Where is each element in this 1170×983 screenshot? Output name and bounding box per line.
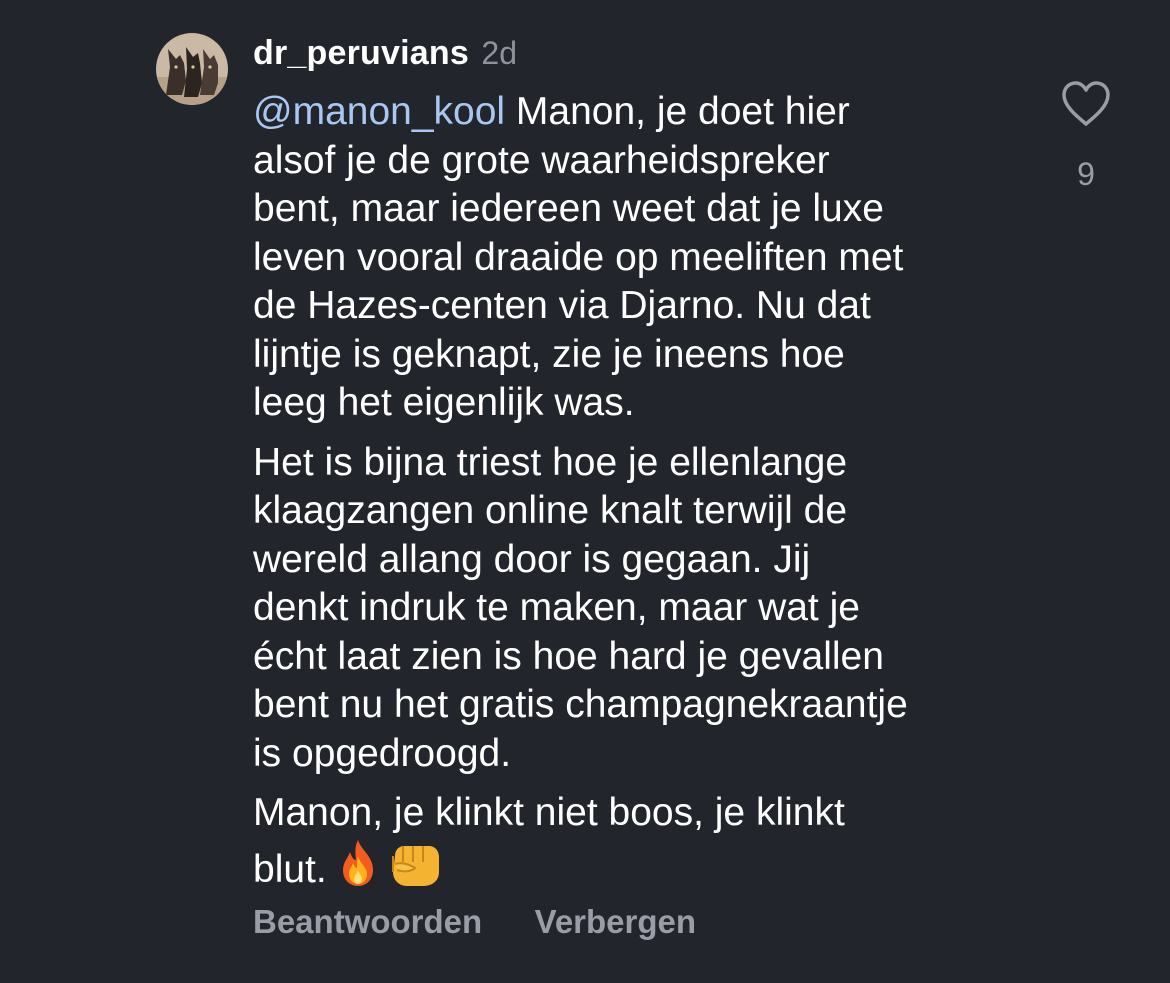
comment-line: wereld allang door is gegaan. Jij (253, 537, 811, 581)
comment-line: denkt indruk te maken, maar wat je (253, 586, 860, 629)
heart-icon[interactable] (1060, 80, 1112, 128)
timestamp: 2d (481, 35, 517, 71)
comment-line: leven vooral draaide op meeliften met (253, 235, 904, 279)
comment-paragraph: Het is bijna triest hoe je ellenlange kl… (253, 439, 1023, 779)
comment-line: Het is bijna triest hoe je ellenlange (253, 440, 848, 484)
comment-line: klaagzangen online knalt terwijl de (253, 489, 848, 532)
avatar[interactable] (156, 33, 228, 105)
comment-item: dr_peruvians 2d @manon_kool Manon, je do… (0, 0, 1170, 983)
hide-button[interactable]: Verbergen (535, 903, 696, 940)
comment-line: @manon_kool Manon, je doet hier (253, 90, 850, 133)
comment-line: bent, maar iedereen weet dat je luxe (253, 187, 884, 230)
comment-line: lijntje is geknapt, zie je ineens hoe (253, 332, 845, 376)
comment-paragraph: Manon, je klinkt niet boos, je klinkt bl… (253, 789, 1023, 900)
comment-text: @manon_kool Manon, je doet hier alsof je… (253, 88, 1023, 911)
comment-header: dr_peruvians 2d (253, 34, 517, 74)
comment-line: écht laat zien is hoe hard je gevallen (253, 634, 884, 678)
fire-icon (335, 838, 381, 901)
comment-line: Manon, je klinkt niet boos, je klinkt (253, 791, 845, 834)
username[interactable]: dr_peruvians (253, 34, 469, 72)
fist-icon (389, 842, 441, 901)
comment-line: de Hazes-centen via Djarno. Nu dat (253, 284, 871, 327)
comment-line: blut. (253, 838, 1023, 901)
like-count: 9 (1077, 156, 1095, 192)
comment-line: is opgedroogd. (253, 731, 512, 775)
mention-link[interactable]: @manon_kool (253, 90, 505, 133)
reply-button[interactable]: Beantwoorden (253, 903, 482, 940)
comment-paragraph: @manon_kool Manon, je doet hier alsof je… (253, 88, 1023, 428)
comment-line: leeg het eigenlijk was. (253, 381, 635, 424)
comment-line: alsof je de grote waarheidspreker (253, 138, 830, 182)
comment-actions: Beantwoorden Verbergen (253, 903, 744, 941)
comment-line: bent nu het gratis champagnekraantje (253, 683, 908, 726)
